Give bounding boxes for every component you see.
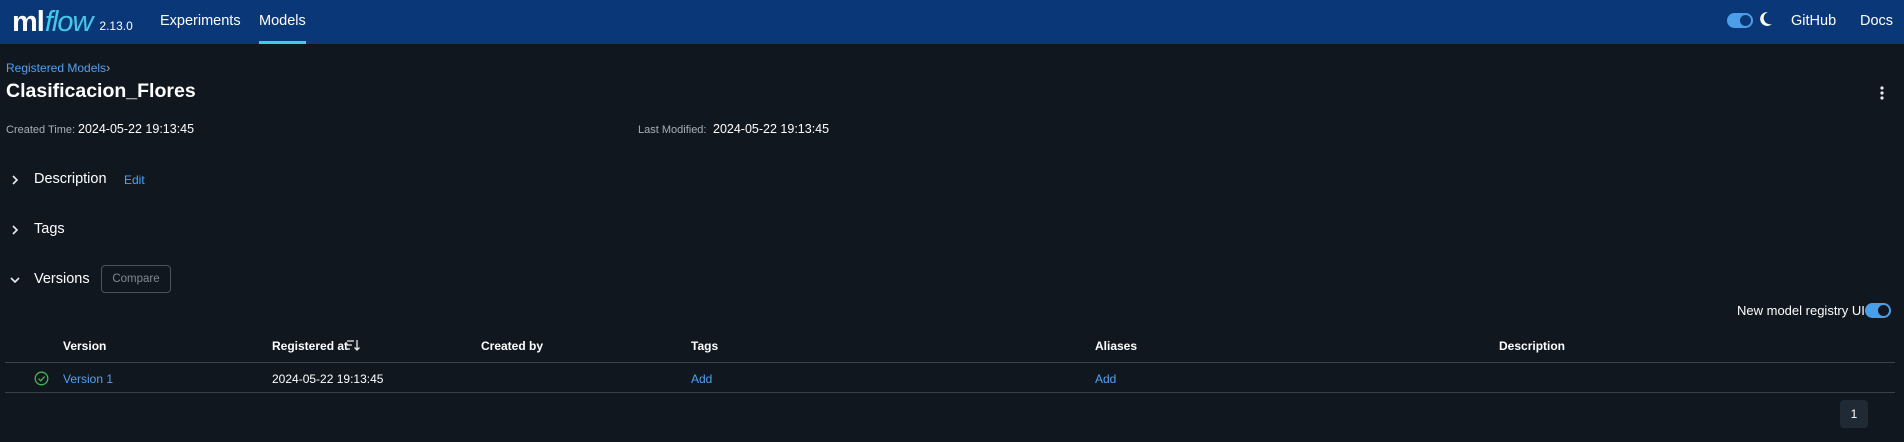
dark-mode-toggle[interactable] [1727, 13, 1753, 28]
last-modified-label: Last Modified: [638, 124, 707, 136]
column-header-registered-at[interactable]: Registered at [272, 339, 348, 353]
description-section-header[interactable]: Description [34, 171, 107, 187]
chevron-right-icon[interactable] [9, 174, 21, 186]
created-time-value: 2024-05-22 19:13:45 [78, 122, 195, 136]
logo-flow-text: flow [44, 5, 94, 38]
pagination-page-1[interactable]: 1 [1840, 400, 1868, 428]
toggle-knob [1878, 305, 1889, 316]
sort-descending-icon[interactable] [346, 339, 360, 352]
mlflow-logo[interactable]: ml flow 2.13.0 [12, 0, 133, 44]
breadcrumb-separator: › [106, 60, 111, 75]
app-version: 2.13.0 [99, 19, 133, 33]
add-alias-link[interactable]: Add [1095, 372, 1116, 386]
new-registry-ui-label: New model registry UI [1737, 303, 1865, 318]
breadcrumb-registered-models[interactable]: Registered Models [6, 61, 106, 75]
tags-section-header[interactable]: Tags [34, 221, 65, 237]
add-tag-link[interactable]: Add [691, 372, 712, 386]
registered-at-cell: 2024-05-22 19:13:45 [272, 372, 384, 386]
column-header-description: Description [1499, 339, 1566, 353]
nav-experiments[interactable]: Experiments [160, 0, 241, 44]
chevron-down-icon[interactable] [9, 274, 21, 286]
created-time-label: Created Time: [6, 124, 76, 136]
last-modified-value: 2024-05-22 19:13:45 [713, 122, 830, 136]
nav-docs[interactable]: Docs [1860, 0, 1893, 44]
version-link[interactable]: Version 1 [63, 372, 113, 386]
column-header-version: Version [63, 339, 107, 353]
table-header-divider [5, 362, 1895, 363]
nav-github[interactable]: GitHub [1791, 0, 1836, 44]
column-header-aliases: Aliases [1095, 339, 1138, 353]
new-registry-ui-toggle[interactable] [1865, 303, 1891, 318]
chevron-right-icon[interactable] [9, 224, 21, 236]
page-title: Clasificacion_Flores [6, 80, 196, 102]
logo-ml-text: ml [12, 5, 45, 38]
table-row-divider [5, 392, 1895, 393]
toggle-knob [1740, 15, 1751, 26]
more-options-icon[interactable] [1875, 84, 1889, 102]
column-header-created-by: Created by [481, 339, 544, 353]
compare-button[interactable]: Compare [101, 265, 171, 293]
column-header-tags: Tags [691, 339, 719, 353]
top-navbar: ml flow 2.13.0 Experiments Models GitHub… [0, 0, 1904, 44]
nav-models[interactable]: Models [259, 0, 306, 44]
moon-icon [1760, 11, 1772, 26]
description-edit-link[interactable]: Edit [124, 173, 145, 187]
check-circle-icon [34, 371, 49, 386]
versions-section-header[interactable]: Versions [34, 271, 90, 287]
